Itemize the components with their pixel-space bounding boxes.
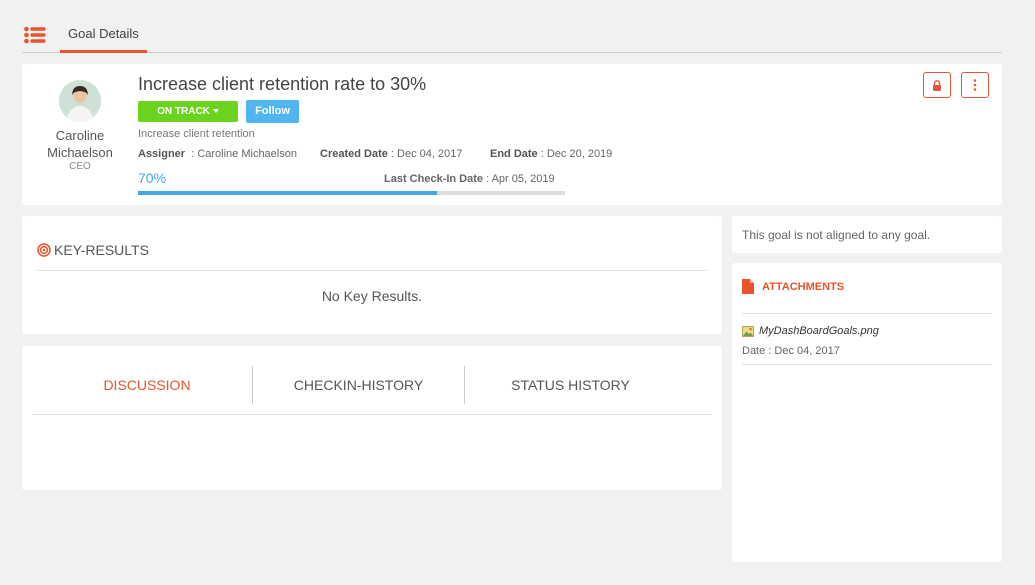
assigner-label: Assigner <box>138 148 186 160</box>
key-results-empty-message: No Key Results. <box>321 288 423 304</box>
target-icon <box>37 243 51 257</box>
goal-summary-card: Caroline Michaelson CEO Increase client … <box>22 64 1002 205</box>
follow-button[interactable]: Follow <box>246 100 299 123</box>
end-date-value: : Dec 20, 2019 <box>540 148 613 160</box>
lock-button[interactable] <box>923 72 951 98</box>
end-date-info: End Date : Dec 20, 2019 <box>490 148 612 160</box>
progress-bar <box>138 191 565 195</box>
divider <box>742 313 992 314</box>
divider <box>742 364 992 365</box>
tab-status-history[interactable]: STATUS HISTORY <box>465 366 676 404</box>
tab-discussion[interactable]: DISCUSSION <box>32 366 262 404</box>
status-label: ON TRACK <box>157 106 210 117</box>
document-icon <box>742 279 754 294</box>
end-date-label: End Date <box>490 148 538 160</box>
alignment-message: This goal is not aligned to any goal. <box>742 228 931 242</box>
top-bar: Goal Details <box>22 18 1002 53</box>
attachments-heading: ATTACHMENTS <box>742 279 844 294</box>
goal-alignment-card: This goal is not aligned to any goal. <box>732 216 1002 253</box>
key-results-title: KEY-RESULTS <box>54 242 149 258</box>
attachment-file-link[interactable]: MyDashBoardGoals.png <box>742 325 879 337</box>
tab-checkin-history[interactable]: CHECKIN-HISTORY <box>253 366 464 404</box>
created-date-label: Created Date <box>320 148 388 160</box>
key-results-card: KEY-RESULTS No Key Results. <box>22 216 722 334</box>
owner-name: Caroline Michaelson <box>47 128 113 160</box>
assigner-value: : Caroline Michaelson <box>191 148 297 160</box>
attachments-card: ATTACHMENTS MyDashBoardGoals.png Date : … <box>732 263 1002 562</box>
key-results-heading: KEY-RESULTS <box>37 242 149 258</box>
activity-tabs-card: DISCUSSION CHECKIN-HISTORY STATUS HISTOR… <box>22 346 722 490</box>
created-date-info: Created Date : Dec 04, 2017 <box>320 148 462 160</box>
lock-icon <box>933 79 941 91</box>
caret-down-icon <box>212 109 219 114</box>
divider <box>32 414 712 415</box>
last-checkin-label: Last Check-In Date <box>384 173 484 185</box>
created-date-value: : Dec 04, 2017 <box>390 148 463 160</box>
goal-description: Increase client retention <box>138 128 255 140</box>
assigner-info: Assigner : Caroline Michaelson <box>138 148 297 160</box>
attachment-file-name: MyDashBoardGoals.png <box>759 325 879 337</box>
avatar <box>59 80 101 122</box>
last-checkin-info: Last Check-In Date : Apr 05, 2019 <box>384 173 555 185</box>
attachments-title: ATTACHMENTS <box>762 280 845 293</box>
goal-title: Increase client retention rate to 30% <box>138 74 427 94</box>
attachment-date: Date : Dec 04, 2017 <box>742 345 840 357</box>
last-checkin-value: : Apr 05, 2019 <box>486 173 555 185</box>
tab-goal-details[interactable]: Goal Details <box>60 18 147 53</box>
more-options-button[interactable] <box>961 72 989 98</box>
list-icon[interactable] <box>24 26 46 44</box>
progress-bar-fill <box>138 191 437 195</box>
progress-percent: 70% <box>138 170 167 186</box>
divider <box>37 270 707 271</box>
image-file-icon <box>742 325 754 337</box>
owner-role: CEO <box>69 161 91 172</box>
more-vertical-icon <box>973 79 977 91</box>
status-dropdown[interactable]: ON TRACK <box>138 101 238 122</box>
